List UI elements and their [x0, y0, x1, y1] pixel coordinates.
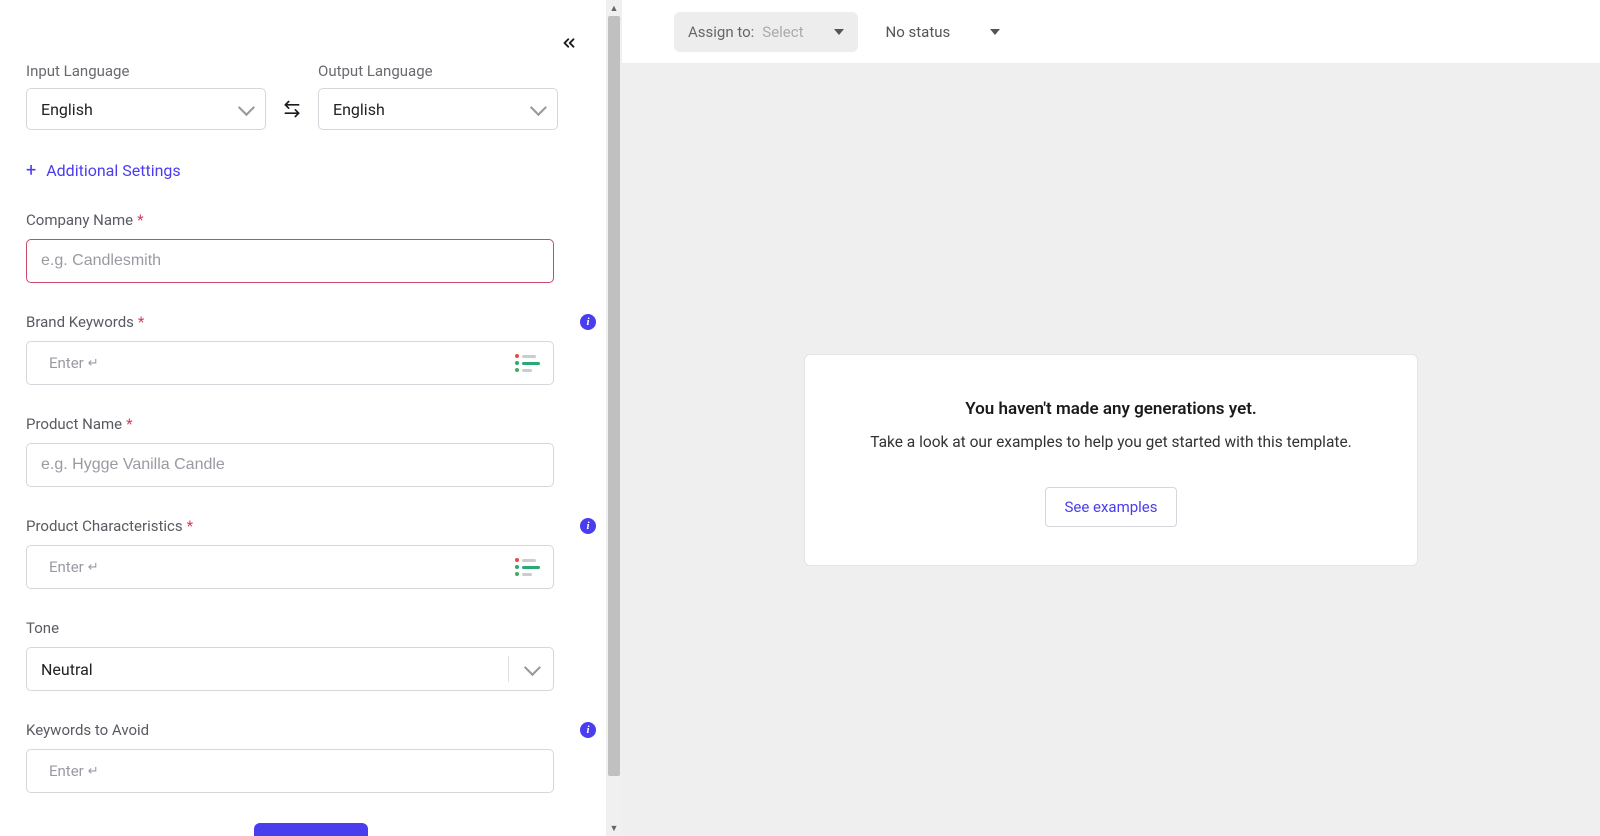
output-language-value: English — [333, 100, 385, 119]
scrollbar-thumb[interactable] — [608, 16, 620, 776]
output-language-select[interactable]: English — [318, 88, 558, 130]
product-name-label: Product Name* — [26, 415, 133, 433]
right-output-pane: Assign to: Select No status You haven't … — [622, 0, 1600, 836]
empty-title: You haven't made any generations yet. — [835, 399, 1387, 419]
info-icon[interactable]: i — [580, 722, 596, 738]
company-name-label: Company Name* — [26, 211, 144, 229]
swap-languages-icon[interactable] — [280, 88, 304, 130]
keywords-avoid-input[interactable]: Enter ↵ — [26, 749, 554, 793]
collapse-panel-icon[interactable] — [560, 34, 578, 56]
output-language-label: Output Language — [318, 62, 558, 80]
scroll-up-arrow[interactable]: ▲ — [606, 0, 622, 16]
output-header: Assign to: Select No status — [622, 0, 1600, 64]
tone-select[interactable]: Neutral — [26, 647, 554, 691]
additional-settings-button[interactable]: + Additional Settings — [26, 160, 596, 181]
input-language-select[interactable]: English — [26, 88, 266, 130]
suggestions-icon[interactable] — [515, 553, 543, 581]
product-characteristics-label: Product Characteristics* — [26, 517, 193, 535]
brand-keywords-input[interactable]: Enter ↵ — [26, 341, 554, 385]
assign-to-placeholder: Select — [762, 23, 803, 41]
company-name-input[interactable] — [26, 239, 554, 283]
scrollbar[interactable]: ▲ ▼ — [606, 0, 622, 836]
input-language-label: Input Language — [26, 62, 266, 80]
chevron-down-icon — [524, 659, 541, 676]
assign-to-label: Assign to: — [688, 23, 754, 41]
caret-down-icon — [834, 29, 844, 35]
empty-subtitle: Take a look at our examples to help you … — [835, 433, 1387, 451]
assign-to-select[interactable]: Assign to: Select — [674, 12, 858, 52]
keywords-avoid-label: Keywords to Avoid — [26, 721, 149, 739]
scroll-down-arrow[interactable]: ▼ — [606, 820, 622, 836]
empty-state-card: You haven't made any generations yet. Ta… — [804, 354, 1418, 566]
generate-button[interactable]: Generate — [254, 823, 367, 836]
caret-down-icon — [990, 29, 1000, 35]
brand-keywords-label: Brand Keywords* — [26, 313, 144, 331]
tone-label: Tone — [26, 619, 596, 637]
suggestions-icon[interactable] — [515, 349, 543, 377]
status-select[interactable]: No status — [886, 23, 1001, 41]
see-examples-button[interactable]: See examples — [1045, 487, 1176, 527]
info-icon[interactable]: i — [580, 314, 596, 330]
input-language-value: English — [41, 100, 93, 119]
additional-settings-label: Additional Settings — [46, 161, 180, 180]
product-name-input[interactable] — [26, 443, 554, 487]
plus-icon: + — [26, 160, 36, 181]
status-value: No status — [886, 23, 951, 41]
tone-value: Neutral — [41, 660, 93, 679]
chevron-down-icon — [530, 99, 547, 116]
info-icon[interactable]: i — [580, 518, 596, 534]
chevron-down-icon — [238, 99, 255, 116]
product-characteristics-input[interactable]: Enter ↵ — [26, 545, 554, 589]
left-form-pane: Input Language English Output Language E… — [0, 0, 622, 836]
